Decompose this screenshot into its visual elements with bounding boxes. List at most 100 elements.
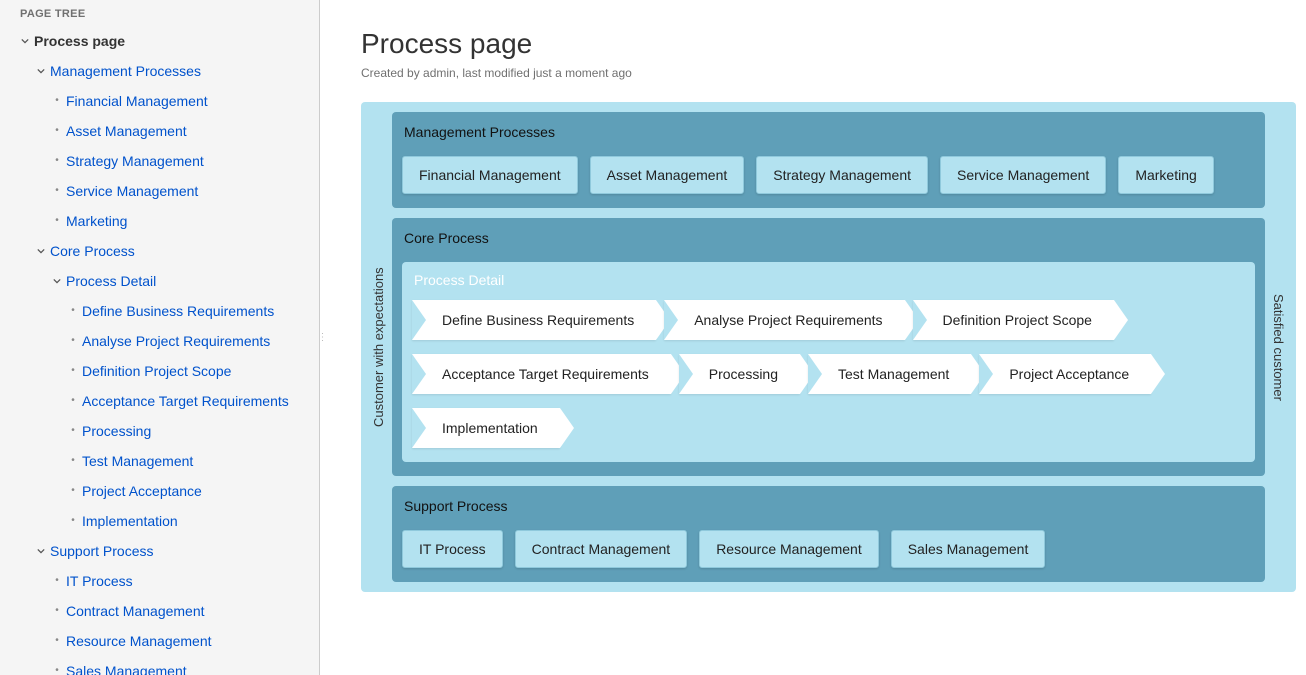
tree-item[interactable]: • Sales Management	[20, 656, 307, 675]
bullet-icon: •	[52, 606, 62, 616]
tree-item[interactable]: • IT Process	[20, 566, 307, 596]
tree-item-label: Resource Management	[66, 629, 212, 653]
tree-item[interactable]: •Processing	[20, 416, 307, 446]
bullet-icon: •	[52, 156, 62, 166]
process-step[interactable]: Definition Project Scope	[913, 300, 1114, 340]
bullet-icon: •	[52, 576, 62, 586]
diagram-right-label: Satisfied customer	[1271, 112, 1286, 582]
chevron-down-icon	[52, 277, 62, 285]
section-title: Management Processes	[402, 120, 1255, 144]
process-step[interactable]: Processing	[679, 354, 800, 394]
tree-item-label: Core Process	[50, 239, 135, 263]
tree-item-label: IT Process	[66, 569, 133, 593]
tree-item[interactable]: • Financial Management	[20, 86, 307, 116]
tree-item[interactable]: • Asset Management	[20, 116, 307, 146]
process-step[interactable]: Project Acceptance	[979, 354, 1151, 394]
chevron-down-icon	[36, 247, 46, 255]
tree-item-label: Asset Management	[66, 119, 187, 143]
process-box[interactable]: Resource Management	[699, 530, 879, 568]
tree-item-label: Test Management	[82, 449, 193, 473]
tree-item-label: Strategy Management	[66, 149, 204, 173]
tree-item-label: Process Detail	[66, 269, 156, 293]
tree-item-management[interactable]: Management Processes	[20, 56, 307, 86]
tree-item-label: Project Acceptance	[82, 479, 202, 503]
tree-item-core[interactable]: Core Process	[20, 236, 307, 266]
bullet-icon: •	[52, 186, 62, 196]
box-row: Financial Management Asset Management St…	[402, 156, 1255, 194]
process-box[interactable]: Contract Management	[515, 530, 688, 568]
tree-item-support[interactable]: Support Process	[20, 536, 307, 566]
process-step[interactable]: Define Business Requirements	[412, 300, 656, 340]
process-step[interactable]: Implementation	[412, 408, 560, 448]
bullet-icon: •	[52, 636, 62, 646]
tree-item[interactable]: •Implementation	[20, 506, 307, 536]
chevron-down-icon	[36, 67, 46, 75]
process-step[interactable]: Test Management	[808, 354, 971, 394]
bullet-icon: •	[68, 486, 78, 496]
process-box[interactable]: Sales Management	[891, 530, 1046, 568]
chevron-row: Define Business Requirements Analyse Pro…	[412, 300, 1245, 448]
bullet-icon: •	[68, 456, 78, 466]
page-title: Process page	[361, 28, 1296, 60]
tree-root[interactable]: Process page	[20, 26, 307, 56]
chevron-down-icon	[20, 37, 30, 45]
tree-item-label: Financial Management	[66, 89, 208, 113]
tree-item[interactable]: • Acceptance Target Requirements	[20, 386, 307, 416]
subsection-process-detail: Process Detail Define Business Requireme…	[402, 262, 1255, 462]
tree-item-label: Support Process	[50, 539, 154, 563]
process-box[interactable]: Marketing	[1118, 156, 1213, 194]
tree-item[interactable]: • Analyse Project Requirements	[20, 326, 307, 356]
tree-item-label: Sales Management	[66, 659, 187, 675]
process-step[interactable]: Analyse Project Requirements	[664, 300, 904, 340]
tree-item[interactable]: • Definition Project Scope	[20, 356, 307, 386]
tree-item-label: Marketing	[66, 209, 127, 233]
section-support: Support Process IT Process Contract Mana…	[392, 486, 1265, 582]
tree-item-process-detail[interactable]: Process Detail	[20, 266, 307, 296]
process-box[interactable]: Strategy Management	[756, 156, 928, 194]
process-diagram: Customer with expectations Management Pr…	[361, 102, 1296, 592]
process-box[interactable]: IT Process	[402, 530, 503, 568]
bullet-icon: •	[68, 426, 78, 436]
tree-item-label: Acceptance Target Requirements	[82, 389, 289, 413]
bullet-icon: •	[52, 96, 62, 106]
tree-item-label: Contract Management	[66, 599, 205, 623]
tree-item[interactable]: • Project Acceptance	[20, 476, 307, 506]
tree-item-label: Service Management	[66, 179, 198, 203]
tree-item-label: Definition Project Scope	[82, 359, 231, 383]
diagram-left-label: Customer with expectations	[371, 112, 386, 582]
tree-item-label: Management Processes	[50, 59, 201, 83]
sidebar-header: PAGE TREE	[20, 8, 307, 20]
tree-item[interactable]: • Resource Management	[20, 626, 307, 656]
tree-item[interactable]: • Marketing	[20, 206, 307, 236]
bullet-icon: •	[52, 126, 62, 136]
chevron-down-icon	[36, 547, 46, 555]
tree-item[interactable]: • Service Management	[20, 176, 307, 206]
page-tree: Process page Management Processes • Finan…	[20, 26, 307, 675]
bullet-icon: •	[68, 396, 78, 406]
tree-item[interactable]: •Define Business Requirements	[20, 296, 307, 326]
tree-item-label: Analyse Project Requirements	[82, 329, 270, 353]
bullet-icon: •	[52, 666, 62, 675]
section-management: Management Processes Financial Managemen…	[392, 112, 1265, 208]
bullet-icon: •	[52, 216, 62, 226]
process-box[interactable]: Asset Management	[590, 156, 745, 194]
section-title: Core Process	[402, 226, 1255, 250]
tree-item-label: Define Business Requirements	[82, 299, 274, 323]
main-content: Process page Created by admin, last modi…	[325, 0, 1306, 675]
box-row: IT Process Contract Management Resource …	[402, 530, 1255, 568]
process-step[interactable]: Acceptance Target Requirements	[412, 354, 671, 394]
page-meta: Created by admin, last modified just a m…	[361, 66, 1296, 80]
tree-item[interactable]: • Test Management	[20, 446, 307, 476]
section-core: Core Process Process Detail Define Busin…	[392, 218, 1265, 476]
tree-item[interactable]: • Contract Management	[20, 596, 307, 626]
bullet-icon: •	[68, 336, 78, 346]
subsection-title: Process Detail	[412, 270, 1245, 290]
page-tree-sidebar: PAGE TREE Process page Management Proces…	[0, 0, 320, 675]
tree-item-label: Implementation	[82, 509, 178, 533]
tree-item[interactable]: • Strategy Management	[20, 146, 307, 176]
process-box[interactable]: Service Management	[940, 156, 1106, 194]
diagram-body: Management Processes Financial Managemen…	[392, 112, 1265, 582]
section-title: Support Process	[402, 494, 1255, 518]
bullet-icon: •	[68, 366, 78, 376]
process-box[interactable]: Financial Management	[402, 156, 578, 194]
